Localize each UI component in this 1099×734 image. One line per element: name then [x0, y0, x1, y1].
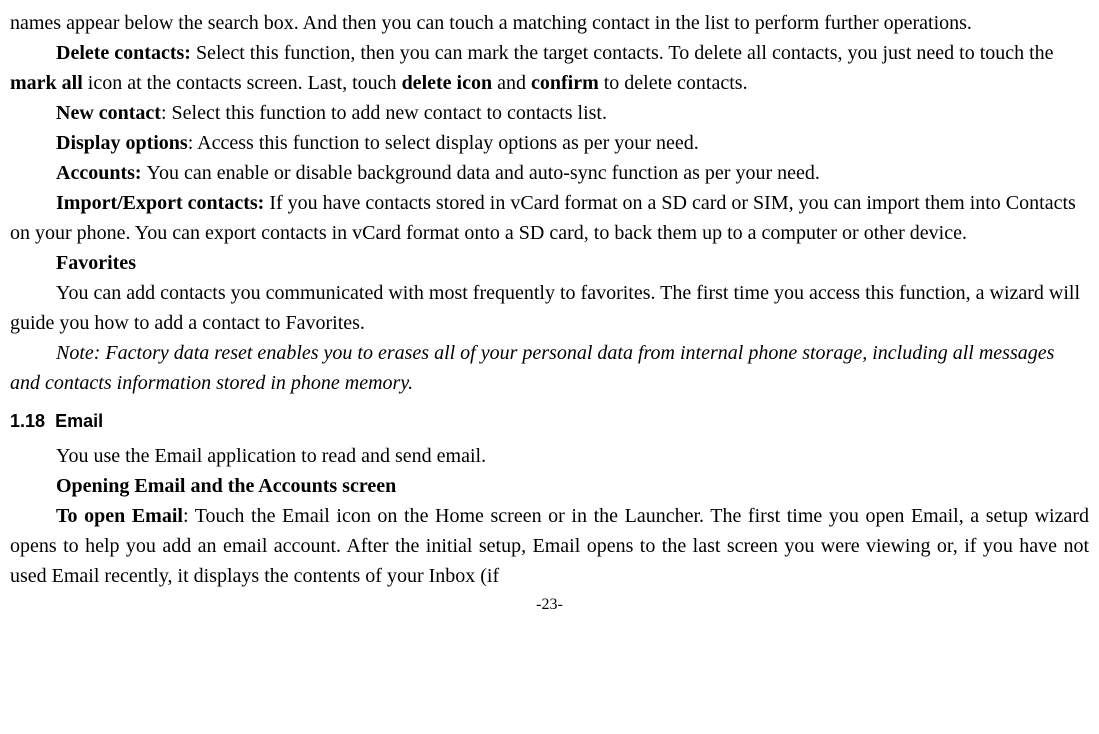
delete-contacts-label: Delete contacts: — [56, 42, 196, 64]
text: Select this function, then you can mark … — [196, 42, 1054, 64]
confirm-label: confirm — [531, 72, 599, 94]
display-options-paragraph: Display options: Access this function to… — [10, 128, 1089, 158]
section-number: 1.18 — [10, 411, 45, 431]
accounts-paragraph: Accounts: You can enable or disable back… — [10, 158, 1089, 188]
text: You can enable or disable background dat… — [147, 162, 820, 184]
section-heading: 1.18 Email — [10, 408, 1089, 435]
page-number: -23- — [10, 593, 1089, 617]
display-options-label: Display options — [56, 132, 188, 154]
text: to delete contacts. — [599, 72, 748, 94]
to-open-email-label: To open Email — [56, 505, 183, 527]
section-title: Email — [55, 411, 103, 431]
new-contact-paragraph: New contact: Select this function to add… — [10, 98, 1089, 128]
text: : Access this function to select display… — [188, 132, 699, 154]
import-export-label: Import/Export contacts: — [56, 192, 269, 214]
email-opening-heading: Opening Email and the Accounts screen — [10, 471, 1089, 501]
import-export-paragraph: Import/Export contacts: If you have cont… — [10, 188, 1089, 248]
delete-contacts-paragraph: Delete contacts: Select this function, t… — [10, 38, 1089, 98]
delete-icon-label: delete icon — [402, 72, 493, 94]
email-intro-paragraph: You use the Email application to read an… — [10, 441, 1089, 471]
new-contact-label: New contact — [56, 102, 161, 124]
mark-all-label: mark all — [10, 72, 83, 94]
note-paragraph: Note: Factory data reset enables you to … — [10, 338, 1089, 398]
text: and — [492, 72, 531, 94]
text: : Select this function to add new contac… — [161, 102, 607, 124]
body-paragraph: names appear below the search box. And t… — [10, 8, 1089, 38]
accounts-label: Accounts: — [56, 162, 147, 184]
favorites-paragraph: You can add contacts you communicated wi… — [10, 278, 1089, 338]
favorites-heading: Favorites — [10, 248, 1089, 278]
text: icon at the contacts screen. Last, touch — [83, 72, 402, 94]
to-open-email-paragraph: To open Email: Touch the Email icon on t… — [10, 501, 1089, 591]
